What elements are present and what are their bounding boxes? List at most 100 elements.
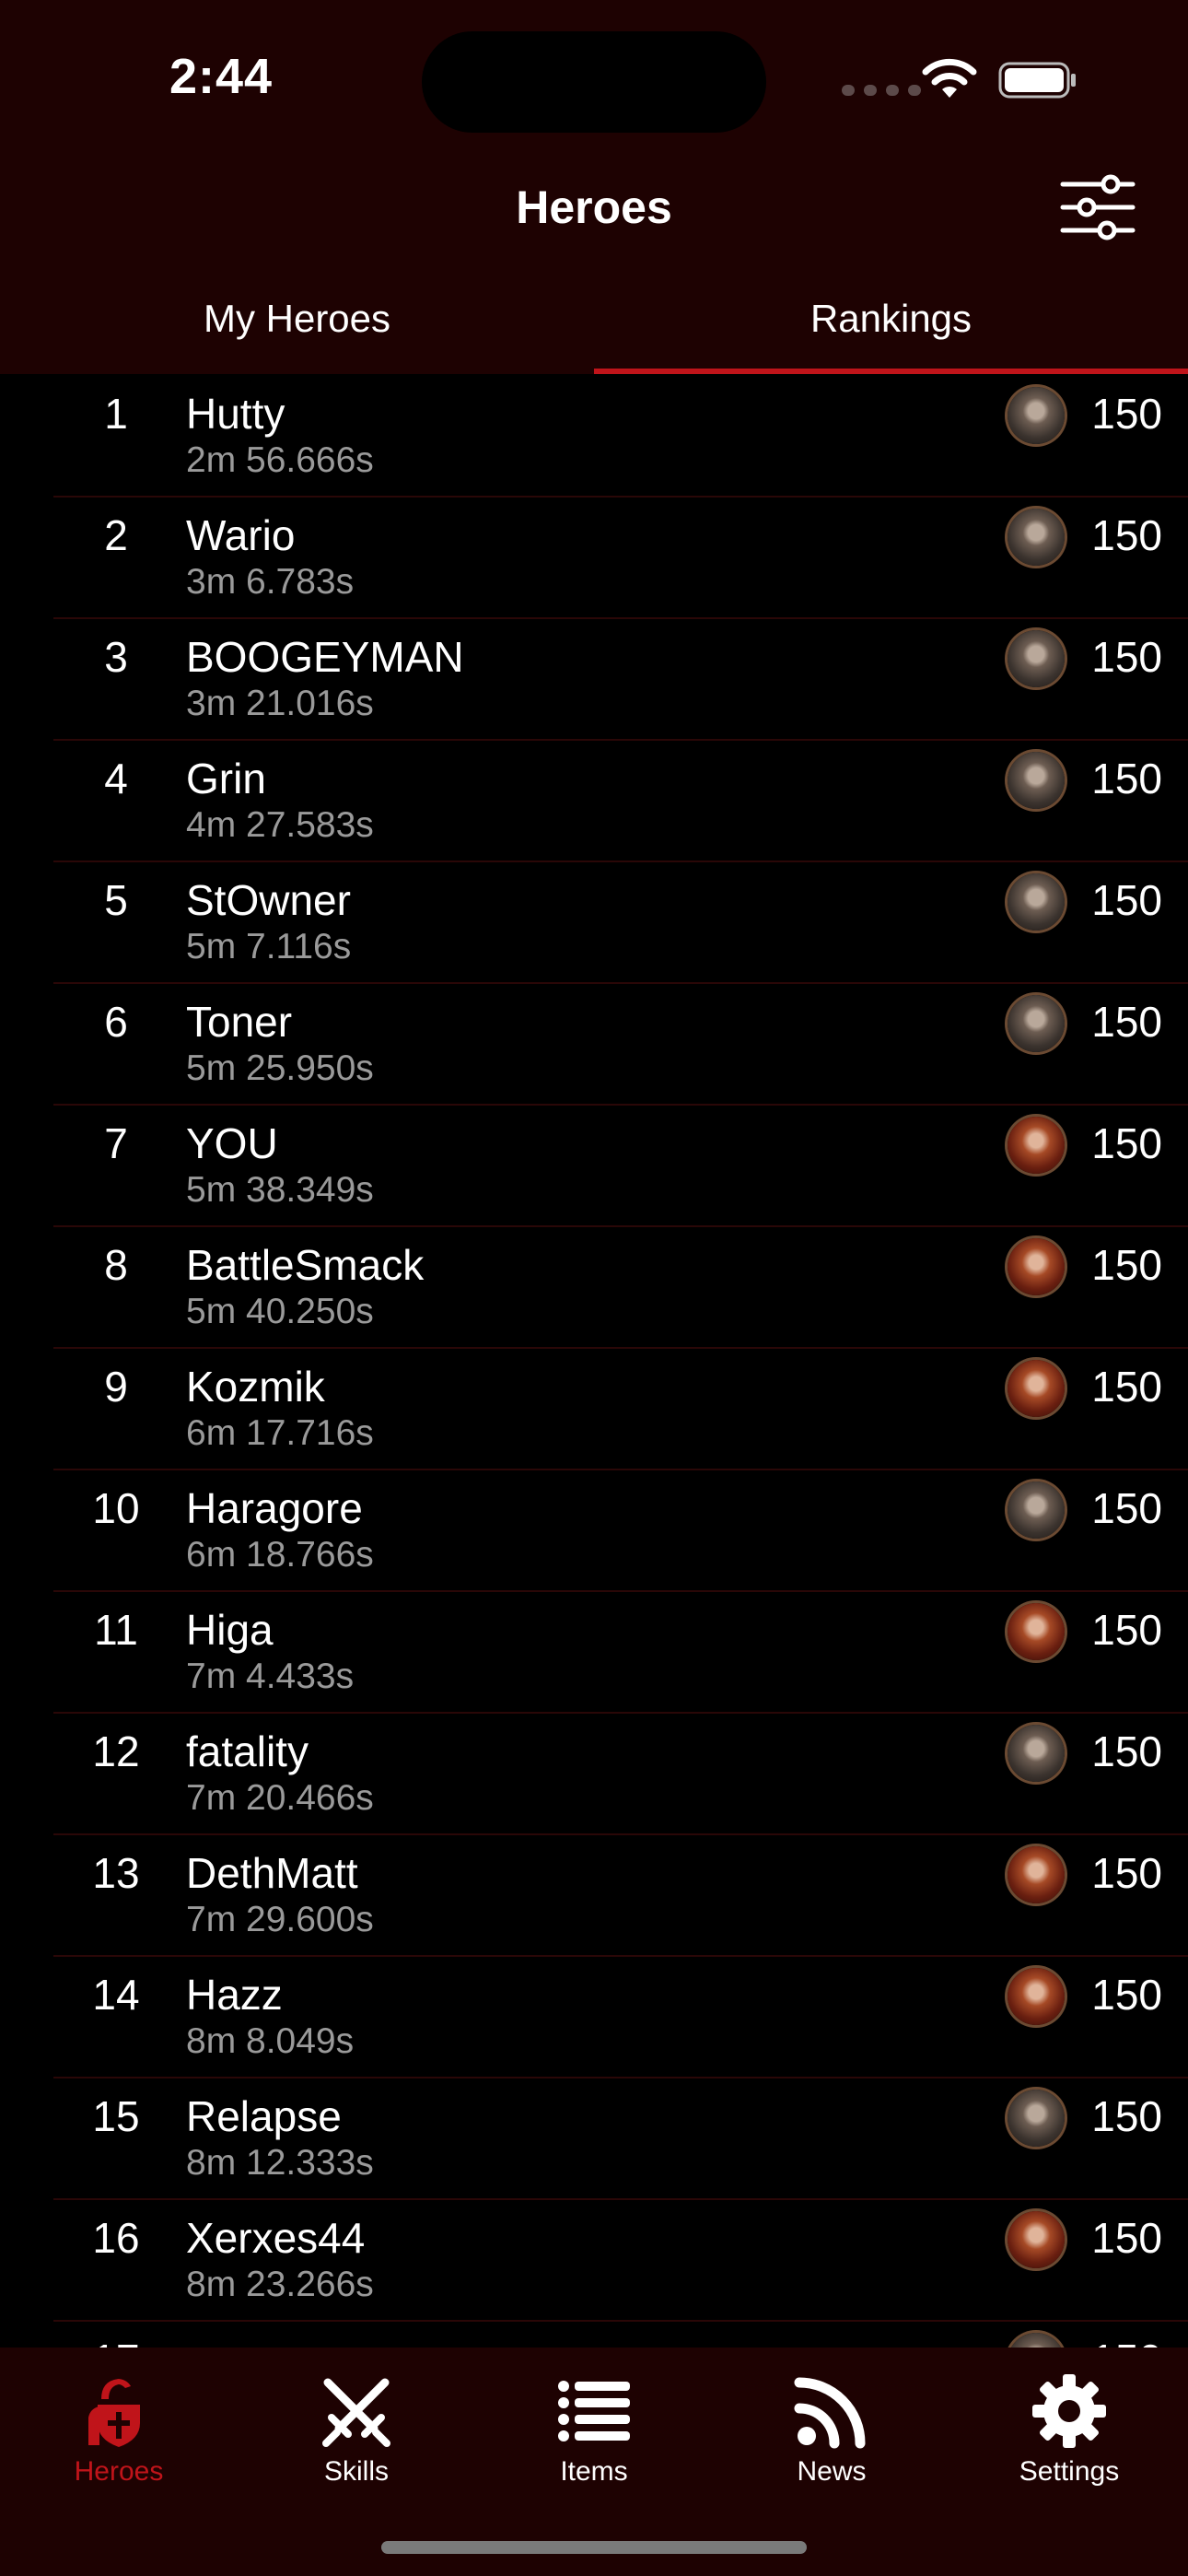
ranking-row[interactable]: 9 Kozmik 6m 17.716s 150 xyxy=(53,1347,1188,1470)
tabbar-item-items[interactable]: Items xyxy=(475,2357,713,2495)
run-time: 5m 40.250s xyxy=(186,1292,374,1331)
hero-level: 150 xyxy=(1091,2214,1162,2262)
player-name: Hutty xyxy=(186,390,285,438)
tabbar-item-settings[interactable]: Settings xyxy=(950,2357,1188,2495)
run-time: 4m 27.583s xyxy=(186,805,374,845)
cellular-signal-icon xyxy=(842,85,921,96)
ranking-row[interactable]: 14 Hazz 8m 8.049s 150 xyxy=(53,1955,1188,2078)
wifi-icon xyxy=(922,58,977,98)
player-name: DethMatt xyxy=(186,1849,358,1897)
ranking-row[interactable]: 17 150 xyxy=(53,2320,1188,2348)
player-name: BattleSmack xyxy=(186,1241,425,1289)
tabbar-label-settings: Settings xyxy=(1019,2456,1120,2487)
hero-level: 150 xyxy=(1091,2092,1162,2140)
hero-portrait-icon xyxy=(1007,2333,1065,2348)
tabbar-label-news: News xyxy=(797,2456,867,2487)
ranking-row[interactable]: 7 YOU 5m 38.349s 150 xyxy=(53,1104,1188,1227)
player-name: BOOGEYMAN xyxy=(186,633,464,681)
run-time: 8m 23.266s xyxy=(186,2265,374,2304)
ranking-row[interactable]: 15 Relapse 8m 12.333s 150 xyxy=(53,2077,1188,2200)
hero-level: 150 xyxy=(1091,755,1162,802)
hero-portrait-icon xyxy=(1007,995,1065,1052)
ranking-row[interactable]: 10 Haragore 6m 18.766s 150 xyxy=(53,1469,1188,1592)
hero-portrait-icon xyxy=(1007,2090,1065,2147)
hero-portrait-icon xyxy=(1007,873,1065,931)
ranking-row[interactable]: 11 Higa 7m 4.433s 150 xyxy=(53,1590,1188,1714)
hero-portrait-icon xyxy=(1007,1117,1065,1174)
run-time: 6m 17.716s xyxy=(186,1413,374,1453)
tab-rankings[interactable]: Rankings xyxy=(594,297,1188,341)
hero-portrait-icon xyxy=(1007,752,1065,809)
dynamic-island xyxy=(422,31,766,133)
hero-level: 150 xyxy=(1091,1849,1162,1897)
tabbar-item-news[interactable]: News xyxy=(713,2357,950,2495)
rankings-list[interactable]: 1 Hutty 2m 56.666s 150 2 Wario 3m 6.783s 150 3 BO… xyxy=(0,374,1188,2348)
ranking-row[interactable]: 4 Grin 4m 27.583s 150 xyxy=(53,739,1188,862)
tabbar-label-items: Items xyxy=(560,2456,628,2487)
hero-portrait-icon xyxy=(1007,1238,1065,1295)
player-name: fatality xyxy=(186,1727,309,1775)
player-name: StOwner xyxy=(186,876,351,924)
player-name: Haragore xyxy=(186,1484,363,1532)
tab-my-heroes[interactable]: My Heroes xyxy=(0,297,594,341)
rank-number: 6 xyxy=(104,998,128,1046)
hero-portrait-icon xyxy=(1007,1846,1065,1903)
rank-number: 3 xyxy=(104,633,128,681)
ranking-row[interactable]: 5 StOwner 5m 7.116s 150 xyxy=(53,861,1188,984)
rank-number: 4 xyxy=(104,755,128,802)
player-name: Kozmik xyxy=(186,1363,325,1411)
run-time: 8m 12.333s xyxy=(186,2143,374,2183)
status-time: 2:44 xyxy=(169,49,274,104)
hero-portrait-icon xyxy=(1007,1968,1065,2025)
hero-level: 150 xyxy=(1091,998,1162,1046)
ranking-row[interactable]: 13 DethMatt 7m 29.600s 150 xyxy=(53,1833,1188,1957)
player-name: Relapse xyxy=(186,2092,342,2140)
hero-level: 150 xyxy=(1091,511,1162,559)
rank-number: 12 xyxy=(92,1727,140,1775)
rank-number: 15 xyxy=(92,2092,140,2140)
tabbar-label-heroes: Heroes xyxy=(74,2456,164,2487)
hero-portrait-icon xyxy=(1007,509,1065,566)
hero-level: 150 xyxy=(1091,1727,1162,1775)
crossed-swords-icon xyxy=(322,2378,390,2447)
hero-level: 150 xyxy=(1091,1606,1162,1654)
ranking-row[interactable]: 6 Toner 5m 25.950s 150 xyxy=(53,982,1188,1106)
ranking-row[interactable]: 16 Xerxes44 8m 23.266s 150 xyxy=(53,2198,1188,2322)
run-time: 5m 7.116s xyxy=(186,927,352,966)
ranking-row[interactable]: 1 Hutty 2m 56.666s 150 xyxy=(53,374,1188,498)
ranking-row[interactable]: 8 BattleSmack 5m 40.250s 150 xyxy=(53,1225,1188,1349)
ranking-row[interactable]: 3 BOOGEYMAN 3m 21.016s 150 xyxy=(53,617,1188,741)
player-name: Grin xyxy=(186,755,266,802)
knight-shield-icon xyxy=(88,2379,140,2447)
player-name: Higa xyxy=(186,1606,274,1654)
run-time: 8m 8.049s xyxy=(186,2021,355,2061)
rank-number: 16 xyxy=(92,2214,140,2262)
run-time: 2m 56.666s xyxy=(186,440,374,480)
rank-number: 1 xyxy=(104,390,128,438)
list-icon xyxy=(558,2381,630,2441)
sliders-icon[interactable] xyxy=(1059,173,1136,241)
rank-number: 14 xyxy=(92,1971,140,2019)
run-time: 7m 4.433s xyxy=(186,1657,355,1696)
player-name: Xerxes44 xyxy=(186,2214,366,2262)
hero-level: 150 xyxy=(1091,390,1162,438)
player-name: YOU xyxy=(186,1119,278,1167)
home-indicator xyxy=(381,2541,807,2554)
hero-portrait-icon xyxy=(1007,2211,1065,2268)
page-title: Heroes xyxy=(516,181,672,233)
run-time: 6m 18.766s xyxy=(186,1535,374,1575)
hero-level: 150 xyxy=(1091,1971,1162,2019)
ranking-row[interactable]: 2 Wario 3m 6.783s 150 xyxy=(53,496,1188,619)
run-time: 3m 6.783s xyxy=(186,562,355,602)
tabbar-item-heroes[interactable]: Heroes xyxy=(0,2357,238,2495)
hero-level: 150 xyxy=(1091,1363,1162,1411)
rank-number: 9 xyxy=(104,1363,128,1411)
ranking-row[interactable]: 12 fatality 7m 20.466s 150 xyxy=(53,1712,1188,1835)
run-time: 5m 25.950s xyxy=(186,1048,374,1088)
run-time: 7m 29.600s xyxy=(186,1900,374,1939)
rank-number: 5 xyxy=(104,876,128,924)
tabbar-item-skills[interactable]: Skills xyxy=(238,2357,475,2495)
hero-portrait-icon xyxy=(1007,1603,1065,1660)
rank-number: 11 xyxy=(94,1606,138,1654)
hero-portrait-icon xyxy=(1007,1481,1065,1539)
